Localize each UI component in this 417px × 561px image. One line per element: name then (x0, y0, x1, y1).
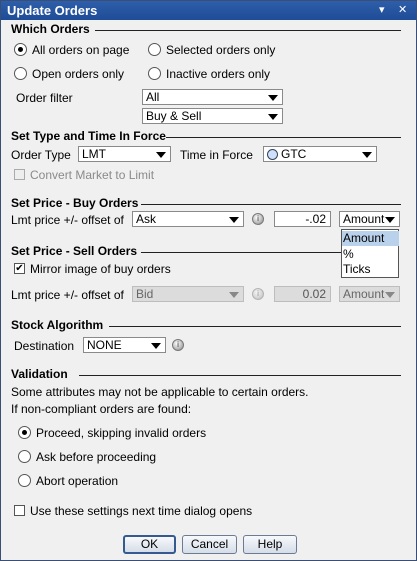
divider (166, 137, 401, 138)
radio-proceed-label: Proceed, skipping invalid orders (36, 426, 207, 440)
radio-proceed-skipping[interactable] (18, 426, 31, 439)
sell-unit-value: Amount (343, 287, 385, 301)
sell-reference-dropdown[interactable]: Bid (132, 286, 244, 302)
divider (95, 30, 401, 31)
order-filter-dropdown[interactable]: All (142, 89, 283, 105)
menu-item-percent[interactable]: % (342, 247, 399, 262)
mirror-buy-orders-checkbox[interactable]: ✔ (14, 263, 25, 274)
radio-inactive-orders-only[interactable] (148, 67, 161, 80)
chevron-down-icon (385, 217, 395, 223)
menu-item-ticks[interactable]: Ticks (342, 262, 399, 277)
time-in-force-label: Time in Force (180, 148, 253, 162)
sell-reference-value: Bid (136, 287, 154, 301)
time-in-force-dropdown[interactable]: GTC (263, 146, 377, 162)
update-orders-dialog: Update Orders ▾ ✕ Which Orders All order… (0, 0, 417, 561)
order-type-label: Order Type (11, 148, 71, 162)
validation-note-1: Some attributes may not be applicable to… (11, 385, 309, 399)
which-orders-heading: Which Orders (11, 22, 90, 36)
radio-ask-before-proceeding[interactable] (18, 450, 31, 463)
convert-market-to-limit-label: Convert Market to Limit (30, 168, 155, 182)
cancel-button[interactable]: Cancel (182, 535, 237, 554)
buy-reference-value: Ask (136, 212, 157, 226)
stock-algorithm-heading: Stock Algorithm (11, 318, 104, 332)
order-type-value: LMT (82, 147, 106, 161)
radio-all-orders-on-page[interactable] (14, 43, 27, 56)
close-icon[interactable]: ✕ (398, 3, 407, 16)
radio-selected-orders-label: Selected orders only (166, 43, 276, 57)
order-side-value: Buy & Sell (146, 109, 202, 123)
dialog-title: Update Orders (7, 3, 98, 18)
divider (79, 375, 401, 376)
chevron-down-icon (156, 152, 166, 158)
chevron-down-icon (385, 292, 395, 298)
remember-settings-label: Use these settings next time dialog open… (30, 504, 253, 518)
radio-selected-orders-only[interactable] (148, 43, 161, 56)
buy-unit-menu: Amount % Ticks (341, 229, 399, 278)
buy-offset-input[interactable]: -.02 (274, 211, 331, 227)
ok-button[interactable]: OK (123, 535, 176, 554)
help-button[interactable]: Help (243, 535, 297, 554)
buy-reference-dropdown[interactable]: Ask (132, 211, 244, 227)
radio-abort-label: Abort operation (36, 474, 119, 488)
chevron-down-icon (268, 95, 278, 101)
convert-market-to-limit-checkbox[interactable] (14, 169, 25, 180)
divider (141, 252, 341, 253)
divider (109, 326, 401, 327)
chevron-down-icon (229, 217, 239, 223)
sell-price-heading: Set Price - Sell Orders (11, 244, 138, 258)
order-filter-value: All (146, 90, 160, 104)
remember-settings-checkbox[interactable] (14, 505, 25, 516)
info-icon: i (252, 288, 264, 300)
chevron-down-icon (268, 114, 278, 120)
validation-heading: Validation (11, 367, 68, 381)
radio-all-orders-label: All orders on page (32, 43, 130, 57)
radio-inactive-orders-label: Inactive orders only (166, 67, 271, 81)
buy-unit-value: Amount (343, 212, 385, 226)
type-tif-heading: Set Type and Time In Force (11, 129, 166, 143)
destination-value: NONE (87, 338, 122, 352)
buy-lmt-offset-label: Lmt price +/- offset of (11, 213, 124, 227)
order-type-dropdown[interactable]: LMT (78, 146, 171, 162)
sell-lmt-offset-label: Lmt price +/- offset of (11, 288, 124, 302)
buy-price-heading: Set Price - Buy Orders (11, 196, 139, 210)
chevron-down-icon (229, 292, 239, 298)
destination-label: Destination (14, 339, 75, 353)
info-icon[interactable]: i (172, 339, 184, 351)
sell-unit-dropdown[interactable]: Amount (339, 286, 400, 302)
menu-item-amount[interactable]: Amount (342, 231, 399, 246)
dropdown-menu-icon[interactable]: ▾ (379, 3, 385, 16)
chevron-down-icon (151, 343, 161, 349)
radio-ask-label: Ask before proceeding (36, 450, 157, 464)
mirror-buy-orders-label: Mirror image of buy orders (30, 262, 171, 276)
divider (141, 204, 401, 205)
buy-unit-dropdown[interactable]: Amount (339, 211, 400, 227)
validation-note-2: If non-compliant orders are found: (11, 402, 192, 416)
sell-offset-input[interactable]: 0.02 (274, 286, 331, 302)
radio-open-orders-only[interactable] (14, 67, 27, 80)
title-bar: Update Orders ▾ ✕ (1, 1, 416, 20)
time-in-force-value: GTC (281, 147, 307, 161)
destination-dropdown[interactable]: NONE (83, 337, 166, 353)
radio-abort-operation[interactable] (18, 474, 31, 487)
order-side-dropdown[interactable]: Buy & Sell (142, 108, 283, 124)
order-filter-label: Order filter (16, 91, 73, 105)
clock-icon (267, 149, 278, 160)
chevron-down-icon (362, 152, 372, 158)
info-icon[interactable]: i (252, 213, 264, 225)
radio-open-orders-label: Open orders only (32, 67, 125, 81)
